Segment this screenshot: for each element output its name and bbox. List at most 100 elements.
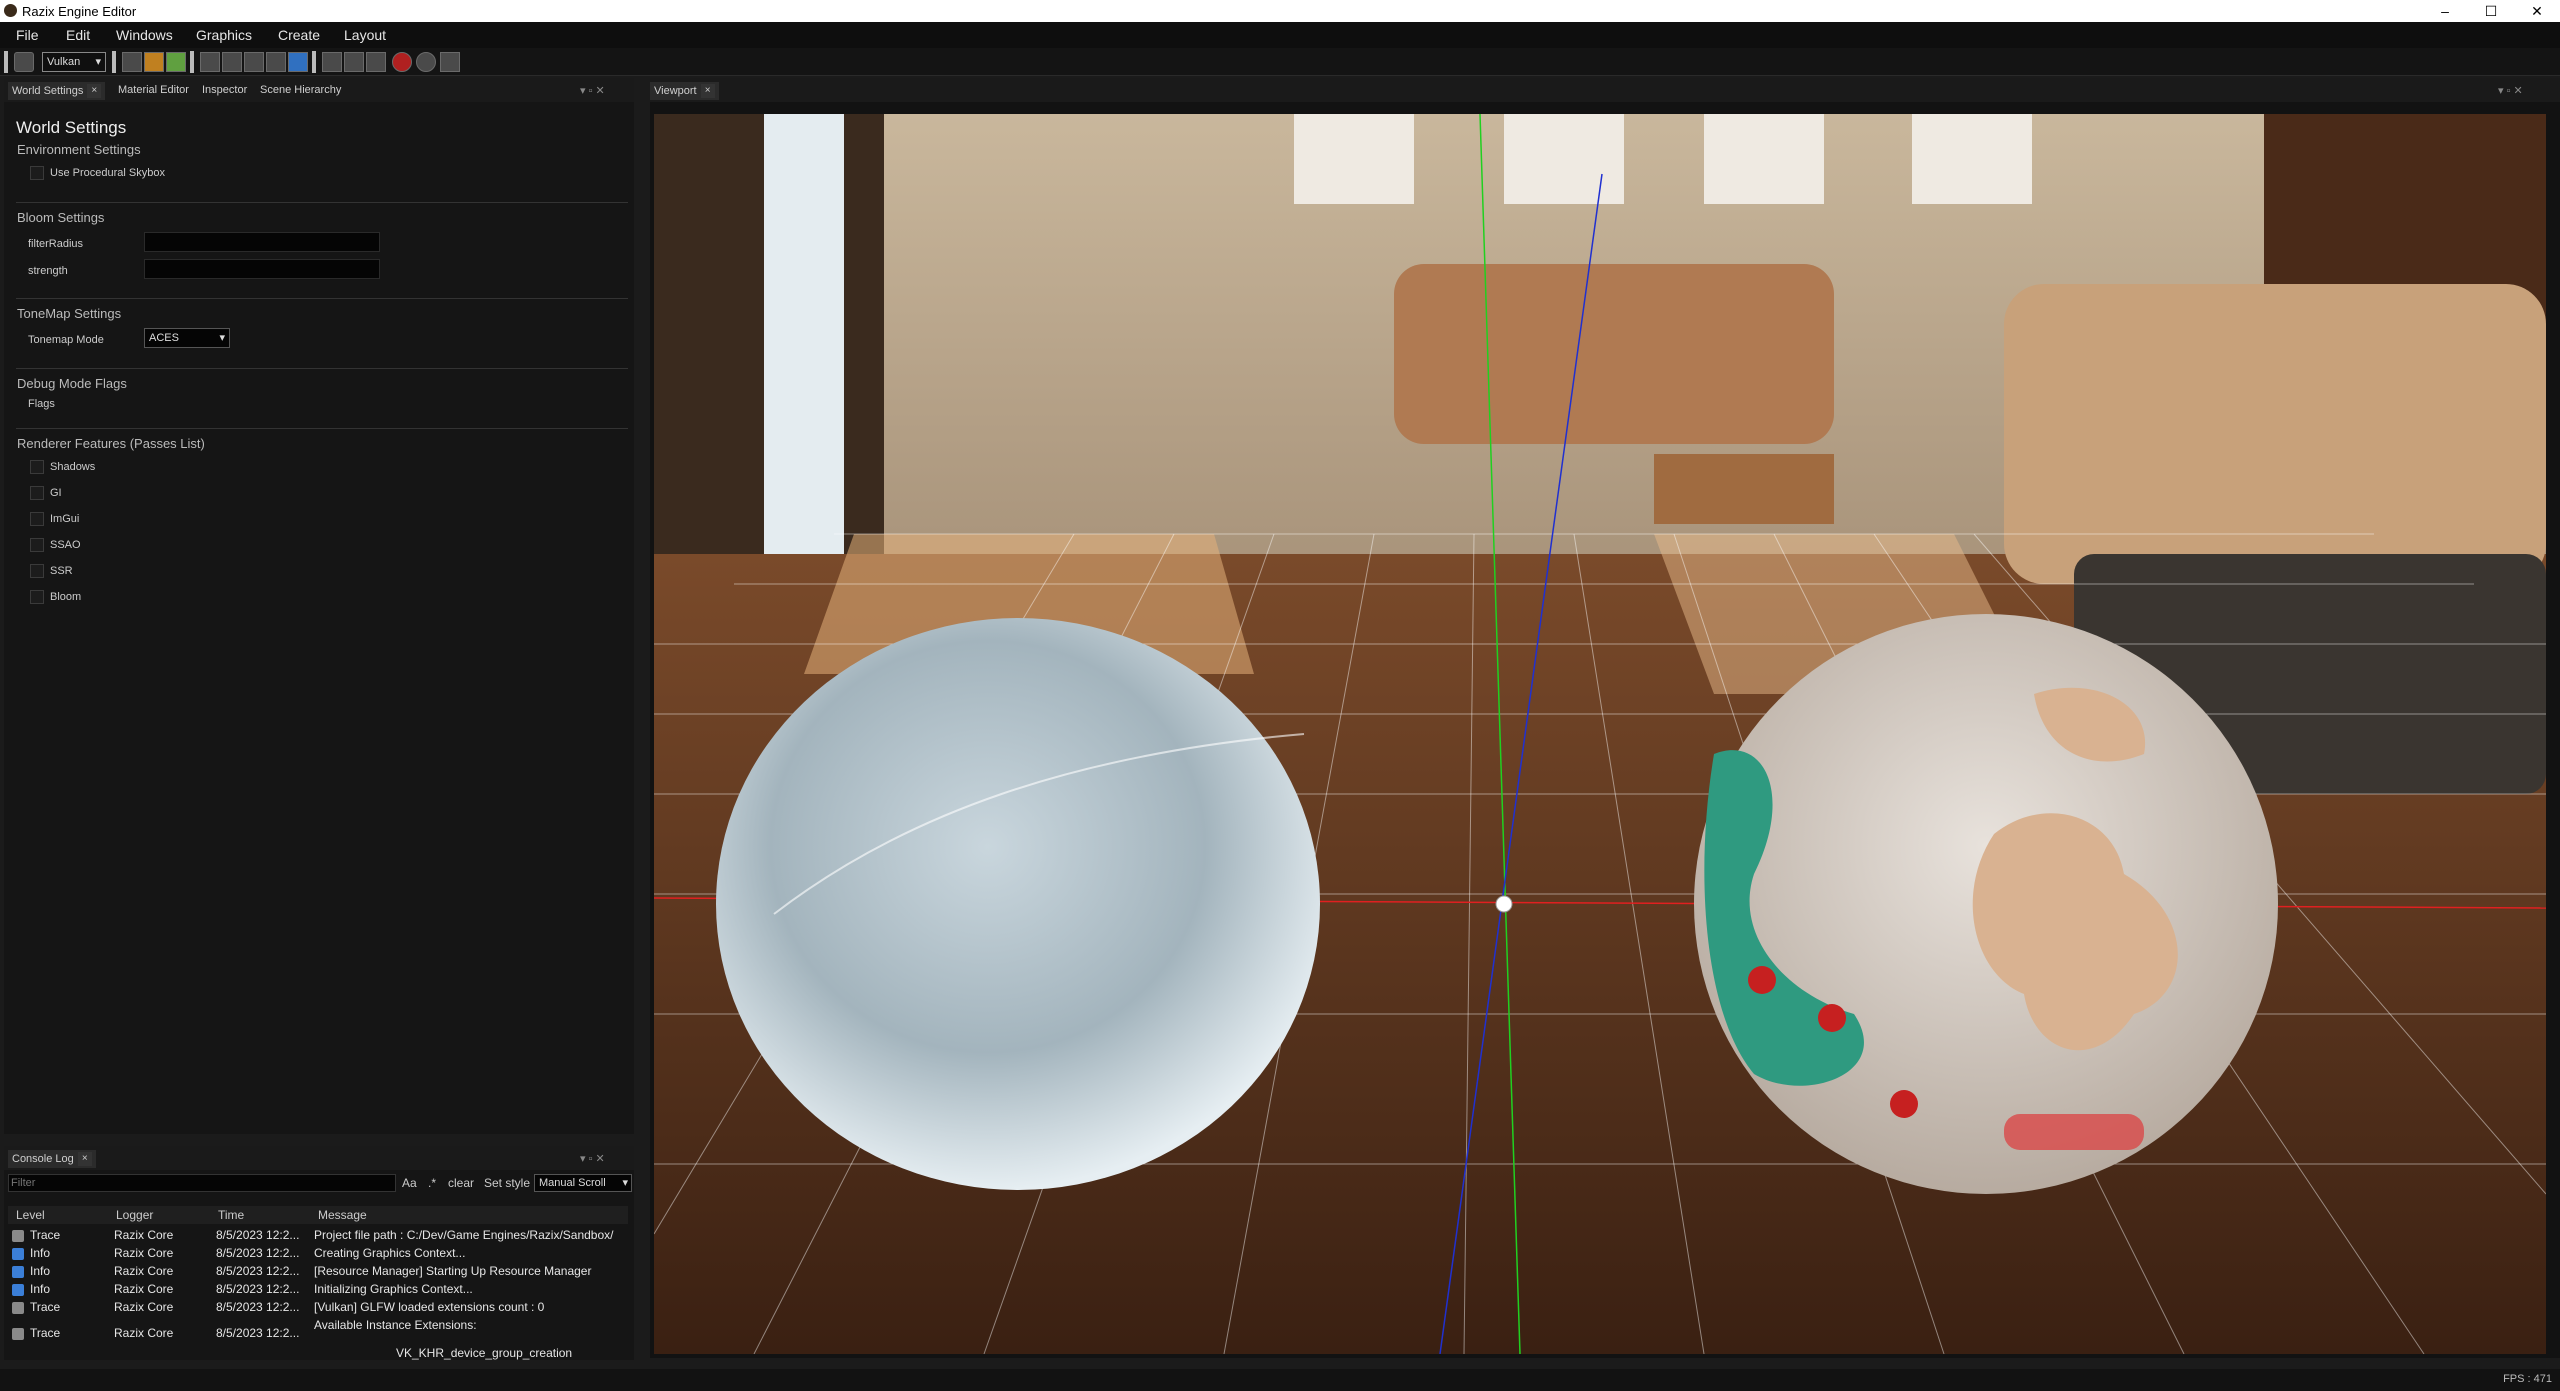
col-logger[interactable]: Logger [116, 1208, 153, 1222]
ssr-checkbox[interactable] [30, 564, 44, 578]
table-row[interactable]: Trace Razix Core 8/5/2023 12:2... Projec… [12, 1228, 632, 1246]
glass-sphere[interactable] [716, 618, 1320, 1190]
tab-material-editor[interactable]: Material Editor [114, 82, 193, 98]
scene-viewport[interactable] [654, 114, 2546, 1354]
row-level: Info [30, 1282, 51, 1296]
table-row[interactable]: Info Razix Core 8/5/2023 12:2... [Resour… [12, 1264, 632, 1282]
translate-icon[interactable] [322, 52, 342, 72]
row-logger: Razix Core [114, 1300, 174, 1314]
ssao-checkbox[interactable] [30, 538, 44, 552]
settings-icon[interactable] [14, 52, 34, 72]
transform-gizmo-center[interactable] [1495, 895, 1513, 913]
tab-console-log[interactable]: Console Log × [8, 1150, 96, 1168]
compile-icon[interactable] [122, 52, 142, 72]
tonemap-heading: ToneMap Settings [17, 306, 122, 321]
ornament-candy-stripe [2004, 1114, 2144, 1150]
row-logger: Razix Core [114, 1228, 174, 1242]
divider [16, 368, 628, 369]
gi-checkbox[interactable] [30, 486, 44, 500]
graphics-api-select[interactable]: Vulkan ▾ [42, 52, 106, 72]
layout-icon-3[interactable] [244, 52, 264, 72]
maximize-button[interactable]: ☐ [2468, 0, 2514, 22]
menu-create[interactable]: Create [278, 27, 320, 43]
toolbar-separator [190, 51, 194, 73]
minimize-button[interactable]: – [2422, 0, 2468, 22]
divider [16, 298, 628, 299]
render-mode-icon[interactable] [288, 52, 308, 72]
table-row[interactable]: Info Razix Core 8/5/2023 12:2... Creatin… [12, 1246, 632, 1264]
tonemap-mode-select[interactable]: ACES ▾ [144, 328, 230, 348]
menu-file[interactable]: File [16, 27, 39, 43]
row-logger: Razix Core [114, 1326, 174, 1340]
menu-edit[interactable]: Edit [66, 27, 90, 43]
row-message: Initializing Graphics Context... [314, 1282, 473, 1296]
regex-button[interactable]: .* [428, 1176, 436, 1190]
row-logger: Razix Core [114, 1246, 174, 1260]
divider [16, 428, 628, 429]
row-message: Project file path : C:/Dev/Game Engines/… [314, 1228, 614, 1242]
folder-icon[interactable] [144, 52, 164, 72]
tab-inspector[interactable]: Inspector [198, 82, 251, 98]
tab-label: Console Log [12, 1152, 74, 1165]
bloom-checkbox[interactable] [30, 590, 44, 604]
tab-scene-hierarchy[interactable]: Scene Hierarchy [256, 82, 345, 98]
layout-icon-2[interactable] [222, 52, 242, 72]
close-button[interactable]: ✕ [2514, 0, 2560, 22]
console-filter-input[interactable] [8, 1174, 396, 1192]
wall-shelf [1504, 114, 1624, 204]
procedural-skybox-label: Use Procedural Skybox [50, 167, 165, 179]
shadows-label: Shadows [50, 461, 96, 473]
row-time: 8/5/2023 12:2... [216, 1282, 300, 1296]
wall-shelf [1704, 114, 1824, 204]
title-bar: Razix Engine Editor – ☐ ✕ [0, 0, 2560, 22]
tab-viewport[interactable]: Viewport × [650, 82, 719, 100]
panel-menu-icon[interactable]: ▾ ▫ ✕ [576, 1150, 609, 1167]
close-icon[interactable]: × [77, 1152, 92, 1166]
coffee-table [1654, 454, 1834, 524]
strength-field[interactable] [144, 259, 380, 279]
scene-render[interactable] [654, 114, 2546, 1354]
row-level: Info [30, 1264, 51, 1278]
row-time: 8/5/2023 12:2... [216, 1326, 300, 1340]
globe-icon[interactable] [416, 52, 436, 72]
menu-graphics[interactable]: Graphics [196, 27, 252, 43]
layout-icon-1[interactable] [200, 52, 220, 72]
window-title: Razix Engine Editor [22, 4, 137, 19]
row-message: [Vulkan] GLFW loaded extensions count : … [314, 1300, 545, 1314]
close-icon[interactable]: × [87, 84, 102, 98]
table-row[interactable]: Trace Razix Core 8/5/2023 12:2... [Vulka… [12, 1300, 632, 1318]
case-sensitive-button[interactable]: Aa [402, 1176, 417, 1190]
scale-icon[interactable] [366, 52, 386, 72]
imgui-checkbox[interactable] [30, 512, 44, 526]
info-icon [12, 1265, 24, 1278]
trace-icon [12, 1301, 24, 1314]
clear-button[interactable]: clear [448, 1176, 474, 1190]
row-time: 8/5/2023 12:2... [216, 1300, 300, 1314]
procedural-skybox-checkbox[interactable] [30, 166, 44, 180]
scroll-mode-select[interactable]: Manual Scroll ▾ [534, 1174, 632, 1192]
table-row[interactable]: Info Razix Core 8/5/2023 12:2... Initial… [12, 1282, 632, 1300]
filter-radius-field[interactable] [144, 232, 380, 252]
reload-icon[interactable] [166, 52, 186, 72]
debug-heading: Debug Mode Flags [17, 376, 127, 391]
table-row[interactable]: Trace Razix Core 8/5/2023 12:2... Availa… [12, 1318, 632, 1360]
menu-layout[interactable]: Layout [344, 27, 386, 43]
close-icon[interactable]: × [700, 84, 715, 98]
tab-world-settings[interactable]: World Settings × [8, 82, 106, 100]
set-style-button[interactable]: Set style [484, 1176, 530, 1190]
grid-icon[interactable] [440, 52, 460, 72]
layout-icon-4[interactable] [266, 52, 286, 72]
stop-icon[interactable] [392, 52, 412, 72]
fps-counter: FPS : 471 [2503, 1373, 2552, 1385]
bloom-heading: Bloom Settings [17, 210, 105, 225]
panel-menu-icon[interactable]: ▾ ▫ ✕ [2494, 82, 2527, 99]
rotate-icon[interactable] [344, 52, 364, 72]
row-level: Trace [30, 1300, 61, 1314]
shadows-checkbox[interactable] [30, 460, 44, 474]
col-level[interactable]: Level [16, 1208, 45, 1222]
row-level: Trace [30, 1228, 61, 1242]
col-message[interactable]: Message [318, 1208, 367, 1222]
col-time[interactable]: Time [218, 1208, 244, 1222]
menu-windows[interactable]: Windows [116, 27, 173, 43]
panel-menu-icon[interactable]: ▾ ▫ ✕ [576, 82, 609, 99]
